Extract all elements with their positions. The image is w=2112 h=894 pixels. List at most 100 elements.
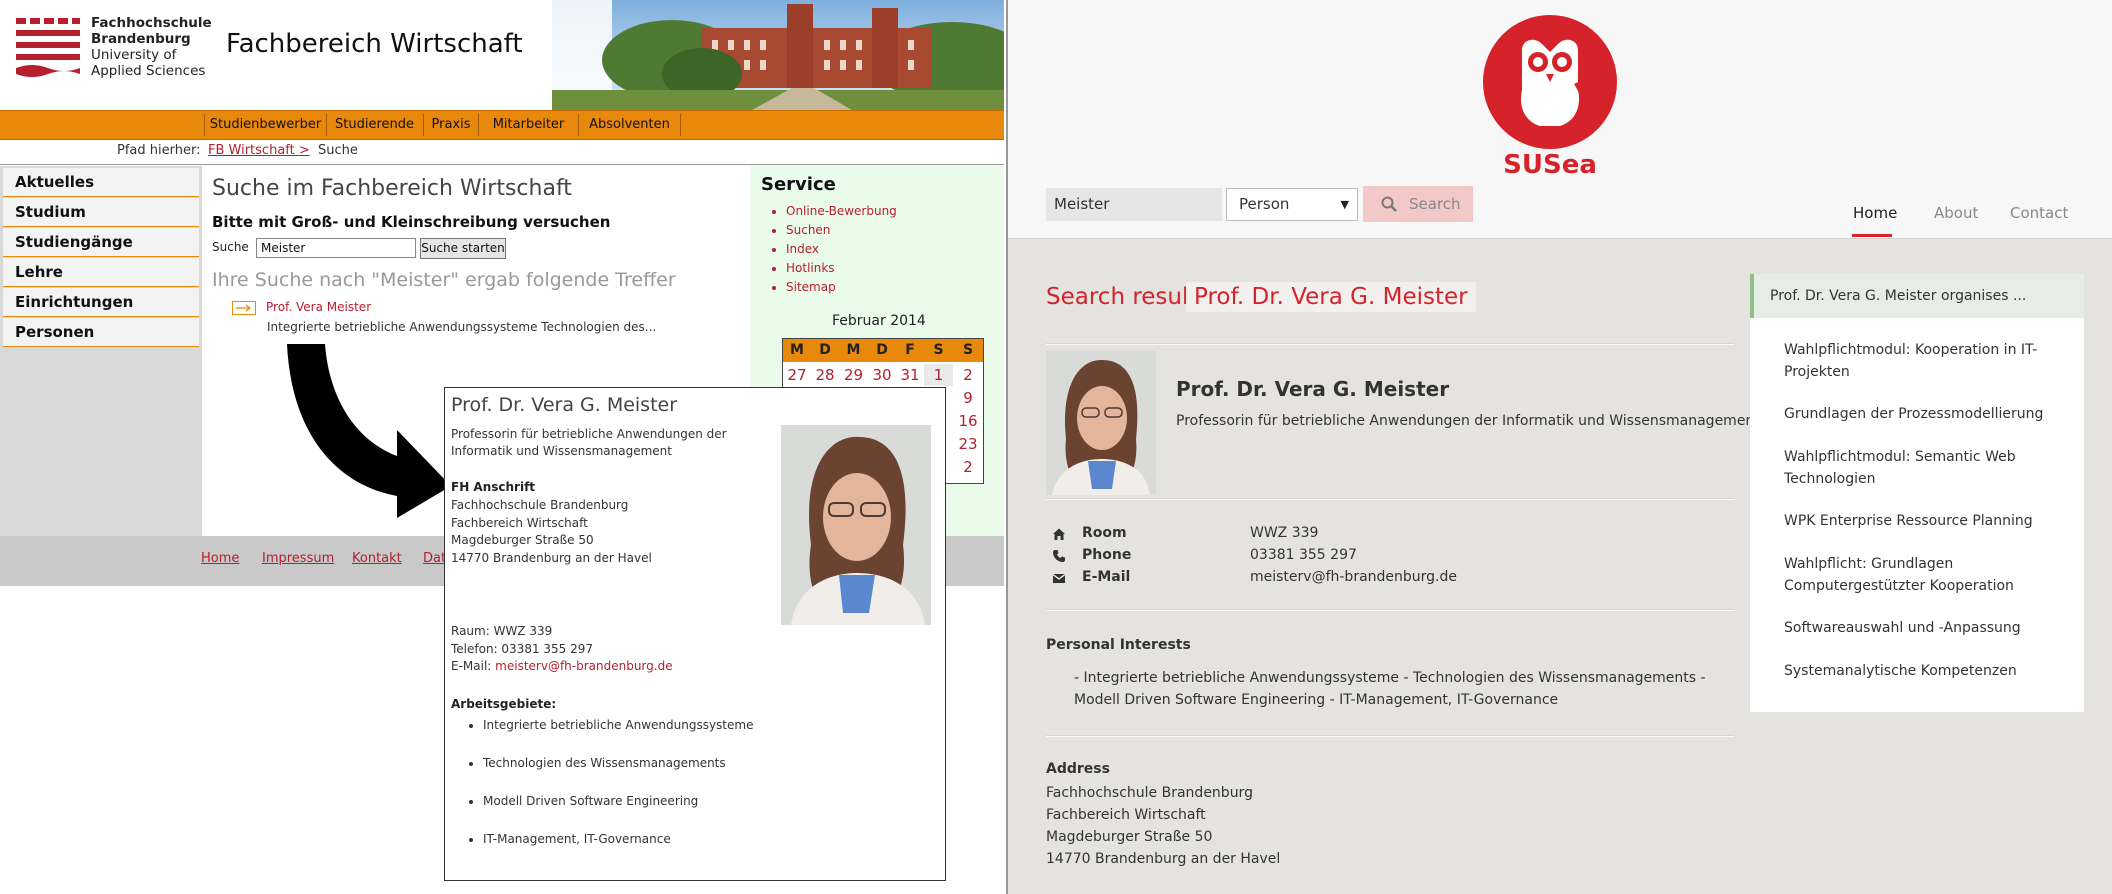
results-title: Ihre Suche nach "Meister" ergab folgende…	[212, 269, 676, 291]
person-position: Professorin für betriebliche Anwendungen…	[1176, 413, 1760, 429]
service-link[interactable]: Hotlinks	[786, 259, 897, 278]
list-item: Modell Driven Software Engineering	[483, 794, 753, 832]
phone-label: Phone	[1082, 547, 1132, 563]
calendar-day[interactable]: 2	[953, 364, 983, 386]
list-item: IT-Management, IT-Governance	[483, 832, 753, 870]
divider	[1046, 609, 1734, 611]
nav-mitarbeiter[interactable]: Mitarbeiter	[479, 114, 579, 136]
person-photo	[1046, 351, 1156, 495]
course-link[interactable]: Softwareauswahl und -Anpassung	[1784, 617, 2044, 639]
divider	[1046, 343, 1734, 345]
service-heading: Service	[761, 174, 836, 195]
sidebar-item-lehre[interactable]: Lehre	[3, 258, 199, 287]
fh-logo-text: Fachhochschule Brandenburg University of…	[91, 15, 212, 79]
sidebar-item-studium[interactable]: Studium	[3, 198, 199, 227]
calendar-day[interactable]: 29	[839, 364, 868, 386]
list-item: Technologien des Wissensmanagements	[483, 756, 753, 794]
calendar-weekday: D	[811, 339, 839, 362]
select-value: Person	[1239, 195, 1290, 213]
course-link[interactable]: Systemanalytische Kompetenzen	[1784, 660, 2044, 682]
sidebar-item-einrichtungen[interactable]: Einrichtungen	[3, 288, 199, 317]
calendar-day[interactable]: 30	[868, 364, 896, 386]
sidebar-item-personen[interactable]: Personen	[3, 318, 199, 347]
footer-link-datenschutz[interactable]: Dat	[423, 551, 446, 566]
calendar-day[interactable]: 31	[896, 364, 924, 386]
result-description: Integrierte betriebliche Anwendungssyste…	[267, 320, 657, 334]
nav-studienbewerber[interactable]: Studienbewerber	[204, 114, 327, 136]
calendar-day[interactable]: 2	[953, 456, 983, 478]
calendar-day[interactable]: 9	[953, 387, 983, 409]
fh-header-title: Fachbereich Wirtschaft	[226, 29, 523, 59]
card-email-link[interactable]: meisterv@fh-brandenburg.de	[495, 659, 672, 673]
calendar-weekday: D	[868, 339, 896, 362]
calendar-day[interactable]: 1	[924, 364, 953, 386]
footer-link-home[interactable]: Home	[201, 551, 239, 566]
calendar-day[interactable]: 16	[953, 410, 983, 432]
search-hint: Bitte mit Groß- und Kleinschreibung vers…	[212, 213, 611, 231]
footer-link-kontakt[interactable]: Kontakt	[352, 551, 402, 566]
result-arrow-icon	[232, 301, 256, 315]
owl-logo-icon[interactable]	[1482, 14, 1618, 150]
card-room: Raum: WWZ 339	[451, 624, 553, 638]
fh-sidebar: Aktuelles Studium Studiengänge Lehre Ein…	[0, 166, 202, 536]
card-address-heading: FH Anschrift	[451, 480, 536, 494]
course-link[interactable]: Wahlpflichtmodul: Semantic Web Technolog…	[1784, 446, 2044, 490]
service-link[interactable]: Index	[786, 240, 897, 259]
fh-website-panel: Fachhochschule Brandenburg University of…	[0, 0, 1004, 894]
fh-top-nav: Studienbewerber Studierende Praxis Mitar…	[0, 110, 1004, 140]
type-select[interactable]: Person ▼	[1226, 188, 1358, 221]
course-link[interactable]: WPK Enterprise Ressource Planning	[1784, 510, 2044, 532]
calendar-day[interactable]: 28	[811, 364, 839, 386]
course-link[interactable]: Grundlagen der Prozessmodellierung	[1784, 403, 2044, 425]
service-link[interactable]: Sitemap	[786, 278, 897, 297]
card-subtitle: Professorin für betriebliche Anwendungen…	[451, 427, 727, 458]
fh-logo[interactable]	[16, 18, 80, 80]
nav-contact[interactable]: Contact	[2010, 204, 2068, 222]
search-button[interactable]: Search	[1363, 186, 1473, 222]
calendar-title: Februar 2014	[832, 313, 926, 329]
active-nav-indicator	[1852, 234, 1892, 237]
email-value[interactable]: meisterv@fh-brandenburg.de	[1250, 569, 1457, 585]
calendar-weekday: M	[783, 339, 811, 362]
divider	[1046, 498, 1734, 500]
sidebar-item-studiengaenge[interactable]: Studiengänge	[3, 228, 199, 257]
nav-absolventen[interactable]: Absolventen	[579, 114, 681, 136]
calendar-day[interactable]: 27	[783, 364, 811, 386]
card-address: Fachhochschule Brandenburg Fachbereich W…	[451, 498, 652, 565]
search-input[interactable]: Meister	[256, 238, 416, 258]
search-input[interactable]: Meister	[1046, 188, 1222, 221]
sidebar-item-aktuelles[interactable]: Aktuelles	[3, 168, 199, 197]
calendar-weekday: M	[839, 339, 868, 362]
service-link[interactable]: Suchen	[786, 221, 897, 240]
profile-photo	[781, 425, 931, 625]
room-label: Room	[1082, 525, 1127, 541]
room-value: WWZ 339	[1250, 525, 1319, 541]
card-contact: Raum: WWZ 339 Telefon: 03381 355 297 E-M…	[451, 623, 673, 676]
susea-header: SUSea Meister Person ▼ Search Home About…	[1008, 0, 2112, 239]
person-name: Prof. Dr. Vera G. Meister	[1176, 377, 1450, 401]
result-label: Search result:	[1046, 284, 1206, 310]
list-item: Integrierte betriebliche Anwendungssyste…	[483, 718, 753, 756]
email-label: E-Mail	[1082, 569, 1131, 585]
course-link[interactable]: Wahlpflicht: Grundlagen Computergestützt…	[1784, 553, 2044, 597]
breadcrumb-link[interactable]: FB Wirtschaft >	[208, 140, 310, 162]
nav-studierende[interactable]: Studierende	[326, 114, 424, 136]
interests-text: - Integrierte betriebliche Anwendungssys…	[1074, 670, 1706, 708]
search-icon	[1381, 196, 1397, 212]
calendar-day[interactable]: 23	[953, 433, 983, 455]
organises-panel: Prof. Dr. Vera G. Meister organises ... …	[1750, 274, 2084, 712]
nav-home[interactable]: Home	[1853, 204, 1897, 222]
search-submit-button[interactable]: Suche starten	[420, 238, 506, 259]
footer-link-impressum[interactable]: Impressum	[262, 551, 334, 566]
service-link[interactable]: Online-Bewerbung	[786, 202, 897, 221]
envelope-icon	[1052, 574, 1066, 583]
card-areas-heading: Arbeitsgebiete:	[451, 697, 557, 711]
curved-arrow-icon	[287, 344, 451, 518]
course-link[interactable]: Wahlpflichtmodul: Kooperation in IT-Proj…	[1784, 339, 2044, 383]
nav-praxis[interactable]: Praxis	[424, 114, 479, 136]
fh-header: Fachhochschule Brandenburg University of…	[0, 0, 1004, 110]
result-link[interactable]: Prof. Vera Meister	[266, 300, 371, 314]
caret-down-icon: ▼	[1340, 198, 1349, 211]
nav-about[interactable]: About	[1934, 204, 1978, 222]
search-heading: Suche im Fachbereich Wirtschaft	[212, 176, 572, 201]
